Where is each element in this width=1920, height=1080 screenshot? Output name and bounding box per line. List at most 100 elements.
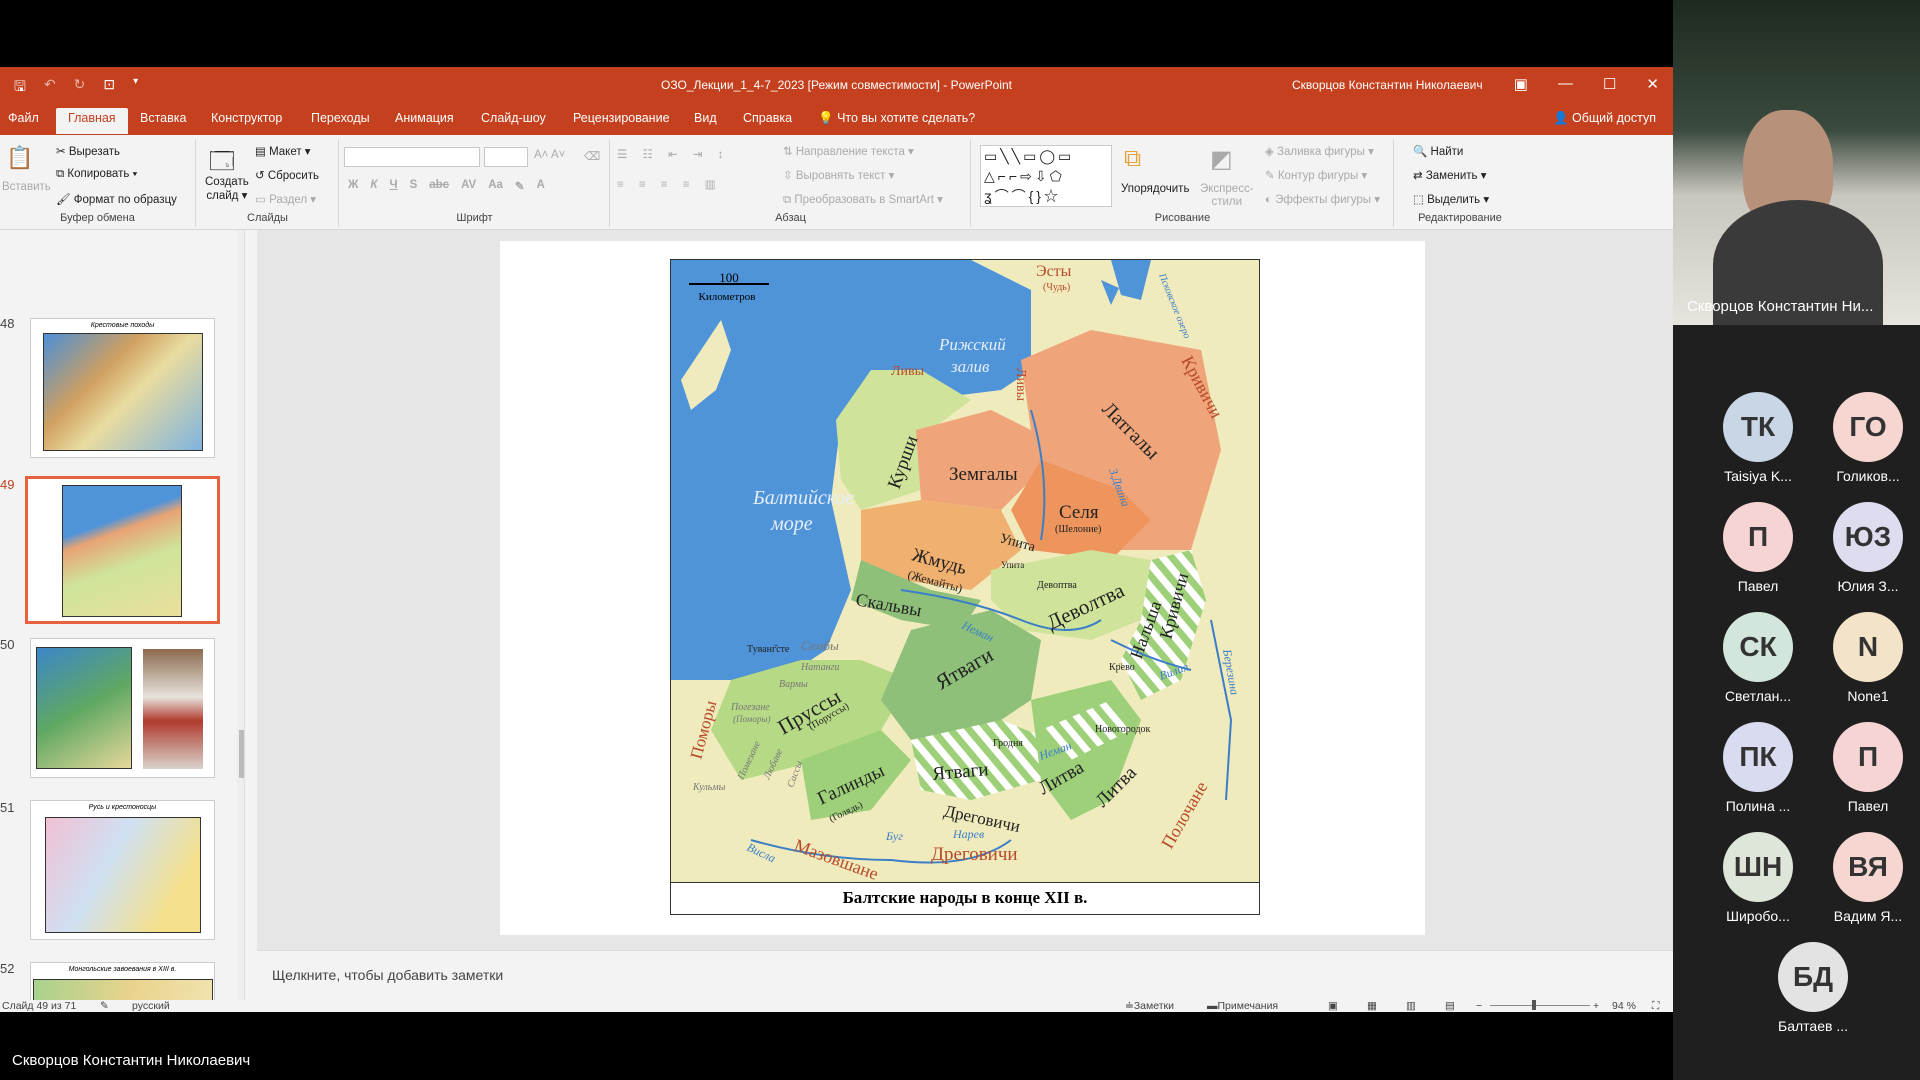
format-painter-button[interactable]: 🖌 Формат по образцу — [56, 192, 177, 206]
participant-tile[interactable]: ТК Taisiya K... — [1703, 392, 1813, 484]
italic-button[interactable]: К — [370, 179, 377, 193]
change-case-button[interactable]: Aa — [488, 179, 503, 193]
close-button[interactable]: ✕ — [1646, 75, 1659, 93]
account-name[interactable]: Скворцов Константин Николаевич — [1292, 78, 1483, 92]
layout-button[interactable]: ▤ Макет ▾ — [255, 144, 311, 158]
tab-animations[interactable]: Анимация — [395, 111, 454, 125]
shapes-gallery[interactable]: ▭╲╲▭◯▭ △⌐⌐⇨⇩⬠ ʓ⌒⌒{}☆ — [980, 145, 1112, 207]
font-grow-icon[interactable]: A˄ A˅ — [534, 149, 565, 161]
zoom-out-button[interactable]: − — [1476, 1000, 1482, 1012]
reset-button[interactable]: ↺ Сбросить — [255, 168, 319, 182]
text-direction-button[interactable]: ⇅ Направление текста ▾ — [783, 144, 914, 158]
tell-me-search[interactable]: 💡 Что вы хотите сделать? — [818, 111, 975, 126]
language-indicator[interactable]: русский — [132, 1000, 170, 1012]
section-button[interactable]: ▭ Раздел ▾ — [255, 192, 316, 206]
tab-view[interactable]: Вид — [694, 111, 717, 125]
replace-button[interactable]: ⇄ Заменить ▾ — [1413, 168, 1487, 182]
quick-styles-icon[interactable]: ◩ — [1210, 145, 1233, 174]
slideshow-view-icon[interactable]: ▤ — [1445, 1000, 1455, 1012]
new-slide-button[interactable]: Создать слайд ▾ — [205, 176, 249, 202]
tab-home[interactable]: Главная — [56, 108, 128, 134]
paste-button[interactable]: Вставить — [2, 181, 51, 193]
label-zemgaly: Земгалы — [949, 464, 1018, 485]
zoom-slider[interactable] — [1490, 1005, 1590, 1006]
participant-tile[interactable]: ЮЗ Юлия З... — [1813, 502, 1920, 594]
participant-tile[interactable]: ШН Широбо... — [1703, 832, 1813, 924]
spellcheck-icon[interactable]: ✎ — [100, 1000, 109, 1012]
tab-insert[interactable]: Вставка — [140, 111, 186, 125]
zoom-level[interactable]: 94 % — [1612, 1000, 1636, 1012]
label-novogorodok: Новогородок — [1095, 724, 1151, 735]
thumbnail-title: Русь и крестоносцы — [88, 804, 157, 811]
cut-button[interactable]: ✂ Вырезать — [56, 144, 120, 158]
tab-design[interactable]: Конструктор — [211, 111, 282, 125]
arrange-button[interactable]: Упорядочить — [1121, 183, 1189, 195]
comments-toggle[interactable]: ▬ Примечания — [1207, 1000, 1278, 1012]
clear-format-icon[interactable]: ⌫ — [584, 149, 600, 163]
shape-fill-button[interactable]: ◈ Заливка фигуры ▾ — [1265, 144, 1374, 158]
font-color-icon[interactable]: A — [537, 179, 545, 193]
fit-slide-icon[interactable]: ⛶ — [1652, 1000, 1659, 1012]
participant-name: None1 — [1847, 688, 1889, 704]
align-buttons[interactable]: ≡ ≡ ≡ ≡ ▥ — [617, 177, 722, 191]
reading-view-icon[interactable]: ▥ — [1406, 1000, 1416, 1012]
maximize-button[interactable]: ☐ — [1603, 75, 1616, 93]
scrollbar-thumb[interactable] — [239, 730, 244, 778]
find-button[interactable]: 🔍 Найти — [1413, 144, 1463, 158]
zoom-in-button[interactable]: + — [1593, 1000, 1599, 1012]
slide-thumbnail-52[interactable]: Монгольские завоевания в XIII в. — [30, 962, 215, 1000]
font-size-input[interactable] — [484, 147, 528, 167]
list-buttons[interactable]: ☰ ☷ ⇤ ⇥ ↕ — [617, 147, 729, 161]
convert-smartart-button[interactable]: ⧉ Преобразовать в SmartArt ▾ — [783, 192, 943, 207]
tab-file[interactable]: Файл — [8, 111, 39, 125]
normal-view-icon[interactable]: ▣ — [1328, 1000, 1338, 1012]
select-button[interactable]: ⬚ Выделить ▾ — [1413, 192, 1489, 206]
notes-toggle[interactable]: ≐ Заметки — [1125, 1000, 1174, 1012]
zoom-slider-thumb[interactable] — [1532, 1000, 1536, 1010]
copy-button[interactable]: ⧉ Копировать ▾ — [56, 168, 137, 181]
shape-effects-button[interactable]: ◐ Эффекты фигуры ▾ — [1265, 192, 1380, 206]
thumbnails-scrollbar[interactable] — [237, 230, 244, 1000]
font-name-input[interactable] — [344, 147, 480, 167]
tab-slideshow[interactable]: Слайд-шоу — [481, 111, 546, 125]
current-slide[interactable]: 100 Километров Балтийское море Рижский з… — [500, 241, 1425, 935]
slide-thumbnail-51[interactable]: Русь и крестоносцы — [30, 800, 215, 940]
participant-tile[interactable]: СК Светлан... — [1703, 612, 1813, 704]
notes-placeholder: Щелкните, чтобы добавить заметки — [272, 967, 504, 983]
char-spacing-button[interactable]: AV — [461, 179, 476, 193]
label-kulmy: Кульмы — [692, 782, 726, 793]
shape-outline-button[interactable]: ✎ Контур фигуры ▾ — [1265, 168, 1367, 182]
bold-button[interactable]: Ж — [348, 179, 358, 193]
arrange-icon[interactable]: ⧉ — [1124, 145, 1141, 173]
avatar: ГО — [1833, 392, 1903, 462]
slide-sorter-icon[interactable]: ▦ — [1367, 1000, 1377, 1012]
participant-tile[interactable]: П Павел — [1813, 722, 1920, 814]
slide-thumbnail-49[interactable] — [25, 476, 220, 624]
participant-tile[interactable]: БД Балтаев ... — [1758, 942, 1868, 1034]
notes-pane[interactable]: Щелкните, чтобы добавить заметки — [257, 950, 1673, 1000]
participant-tile[interactable]: ПК Полина ... — [1703, 722, 1813, 814]
group-label-font: Шрифт — [456, 212, 493, 224]
share-button[interactable]: 👤 Общий доступ — [1553, 111, 1656, 126]
slide-thumbnail-48[interactable]: Крестовые походы — [30, 318, 215, 458]
participant-tile[interactable]: ВЯ Вадим Я... — [1813, 832, 1920, 924]
label-grodnya: Гродня — [993, 738, 1023, 749]
paste-icon[interactable]: 📋 — [6, 145, 33, 171]
shadow-button[interactable]: S — [410, 179, 418, 193]
tab-review[interactable]: Рецензирование — [573, 111, 670, 125]
highlight-icon[interactable]: ✎ — [515, 179, 525, 193]
underline-button[interactable]: Ч — [389, 179, 397, 193]
strikethrough-button[interactable]: abc — [429, 179, 449, 193]
quick-styles-button[interactable]: Экспресс-стили — [1200, 183, 1254, 209]
participant-tile[interactable]: ГО Голиков... — [1813, 392, 1920, 484]
participant-tile[interactable]: N None1 — [1813, 612, 1920, 704]
minimize-button[interactable]: — — [1558, 75, 1573, 93]
slide-thumbnail-50[interactable] — [30, 638, 215, 778]
label-tuvangste: Туванг̆сте — [747, 644, 790, 655]
tab-transitions[interactable]: Переходы — [311, 111, 370, 125]
thumbnail-map-image — [43, 333, 203, 451]
participant-tile[interactable]: П Павел — [1703, 502, 1813, 594]
ribbon-display-icon[interactable]: ▣ — [1514, 75, 1528, 93]
align-text-button[interactable]: ⇳ Выровнять текст ▾ — [783, 168, 894, 182]
tab-help[interactable]: Справка — [743, 111, 792, 125]
